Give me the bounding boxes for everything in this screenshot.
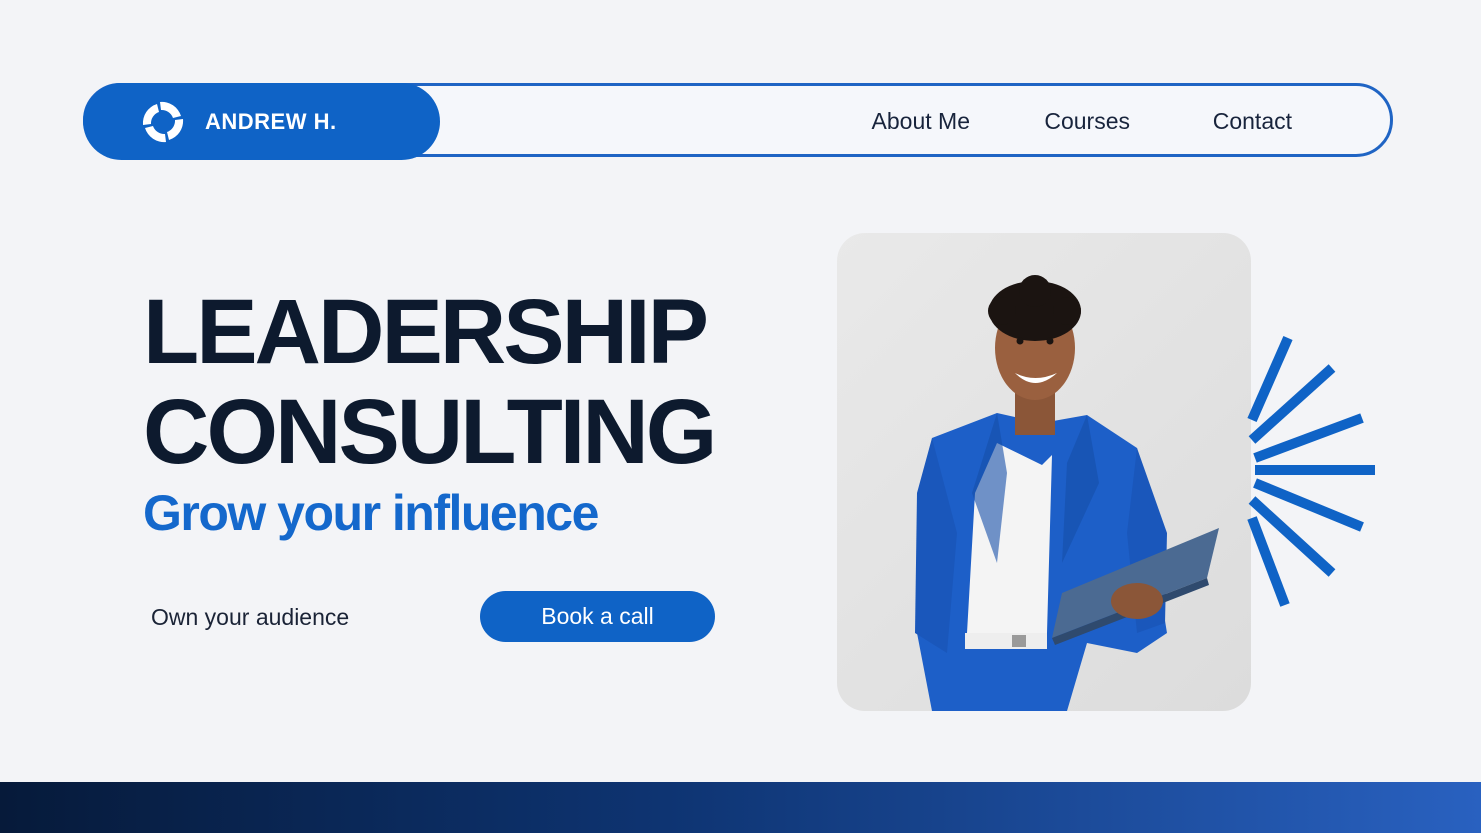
swirl-logo-icon — [142, 101, 184, 142]
brand-name: ANDREW H. — [205, 108, 337, 134]
headline-line-2: CONSULTING — [143, 381, 717, 483]
footer-gradient-band — [0, 782, 1481, 833]
headline-line-1: LEADERSHIP — [143, 281, 709, 383]
nav-link-contact[interactable]: Contact — [1213, 108, 1292, 135]
top-navigation: ANDREW H. About Me Courses Contact — [83, 83, 1393, 160]
brand-pill[interactable]: ANDREW H. — [83, 83, 440, 160]
subheadline: Grow your influence — [143, 485, 599, 541]
person-illustration — [915, 275, 1219, 711]
portrait-photo — [837, 233, 1251, 711]
nav-link-courses[interactable]: Courses — [1044, 108, 1130, 135]
page-title: LEADERSHIP CONSULTING — [143, 281, 717, 483]
tagline: Own your audience — [151, 604, 350, 630]
nav-link-about-me[interactable]: About Me — [872, 108, 970, 135]
sunburst-icon — [1247, 335, 1375, 607]
book-a-call-button[interactable]: Book a call — [480, 591, 715, 642]
